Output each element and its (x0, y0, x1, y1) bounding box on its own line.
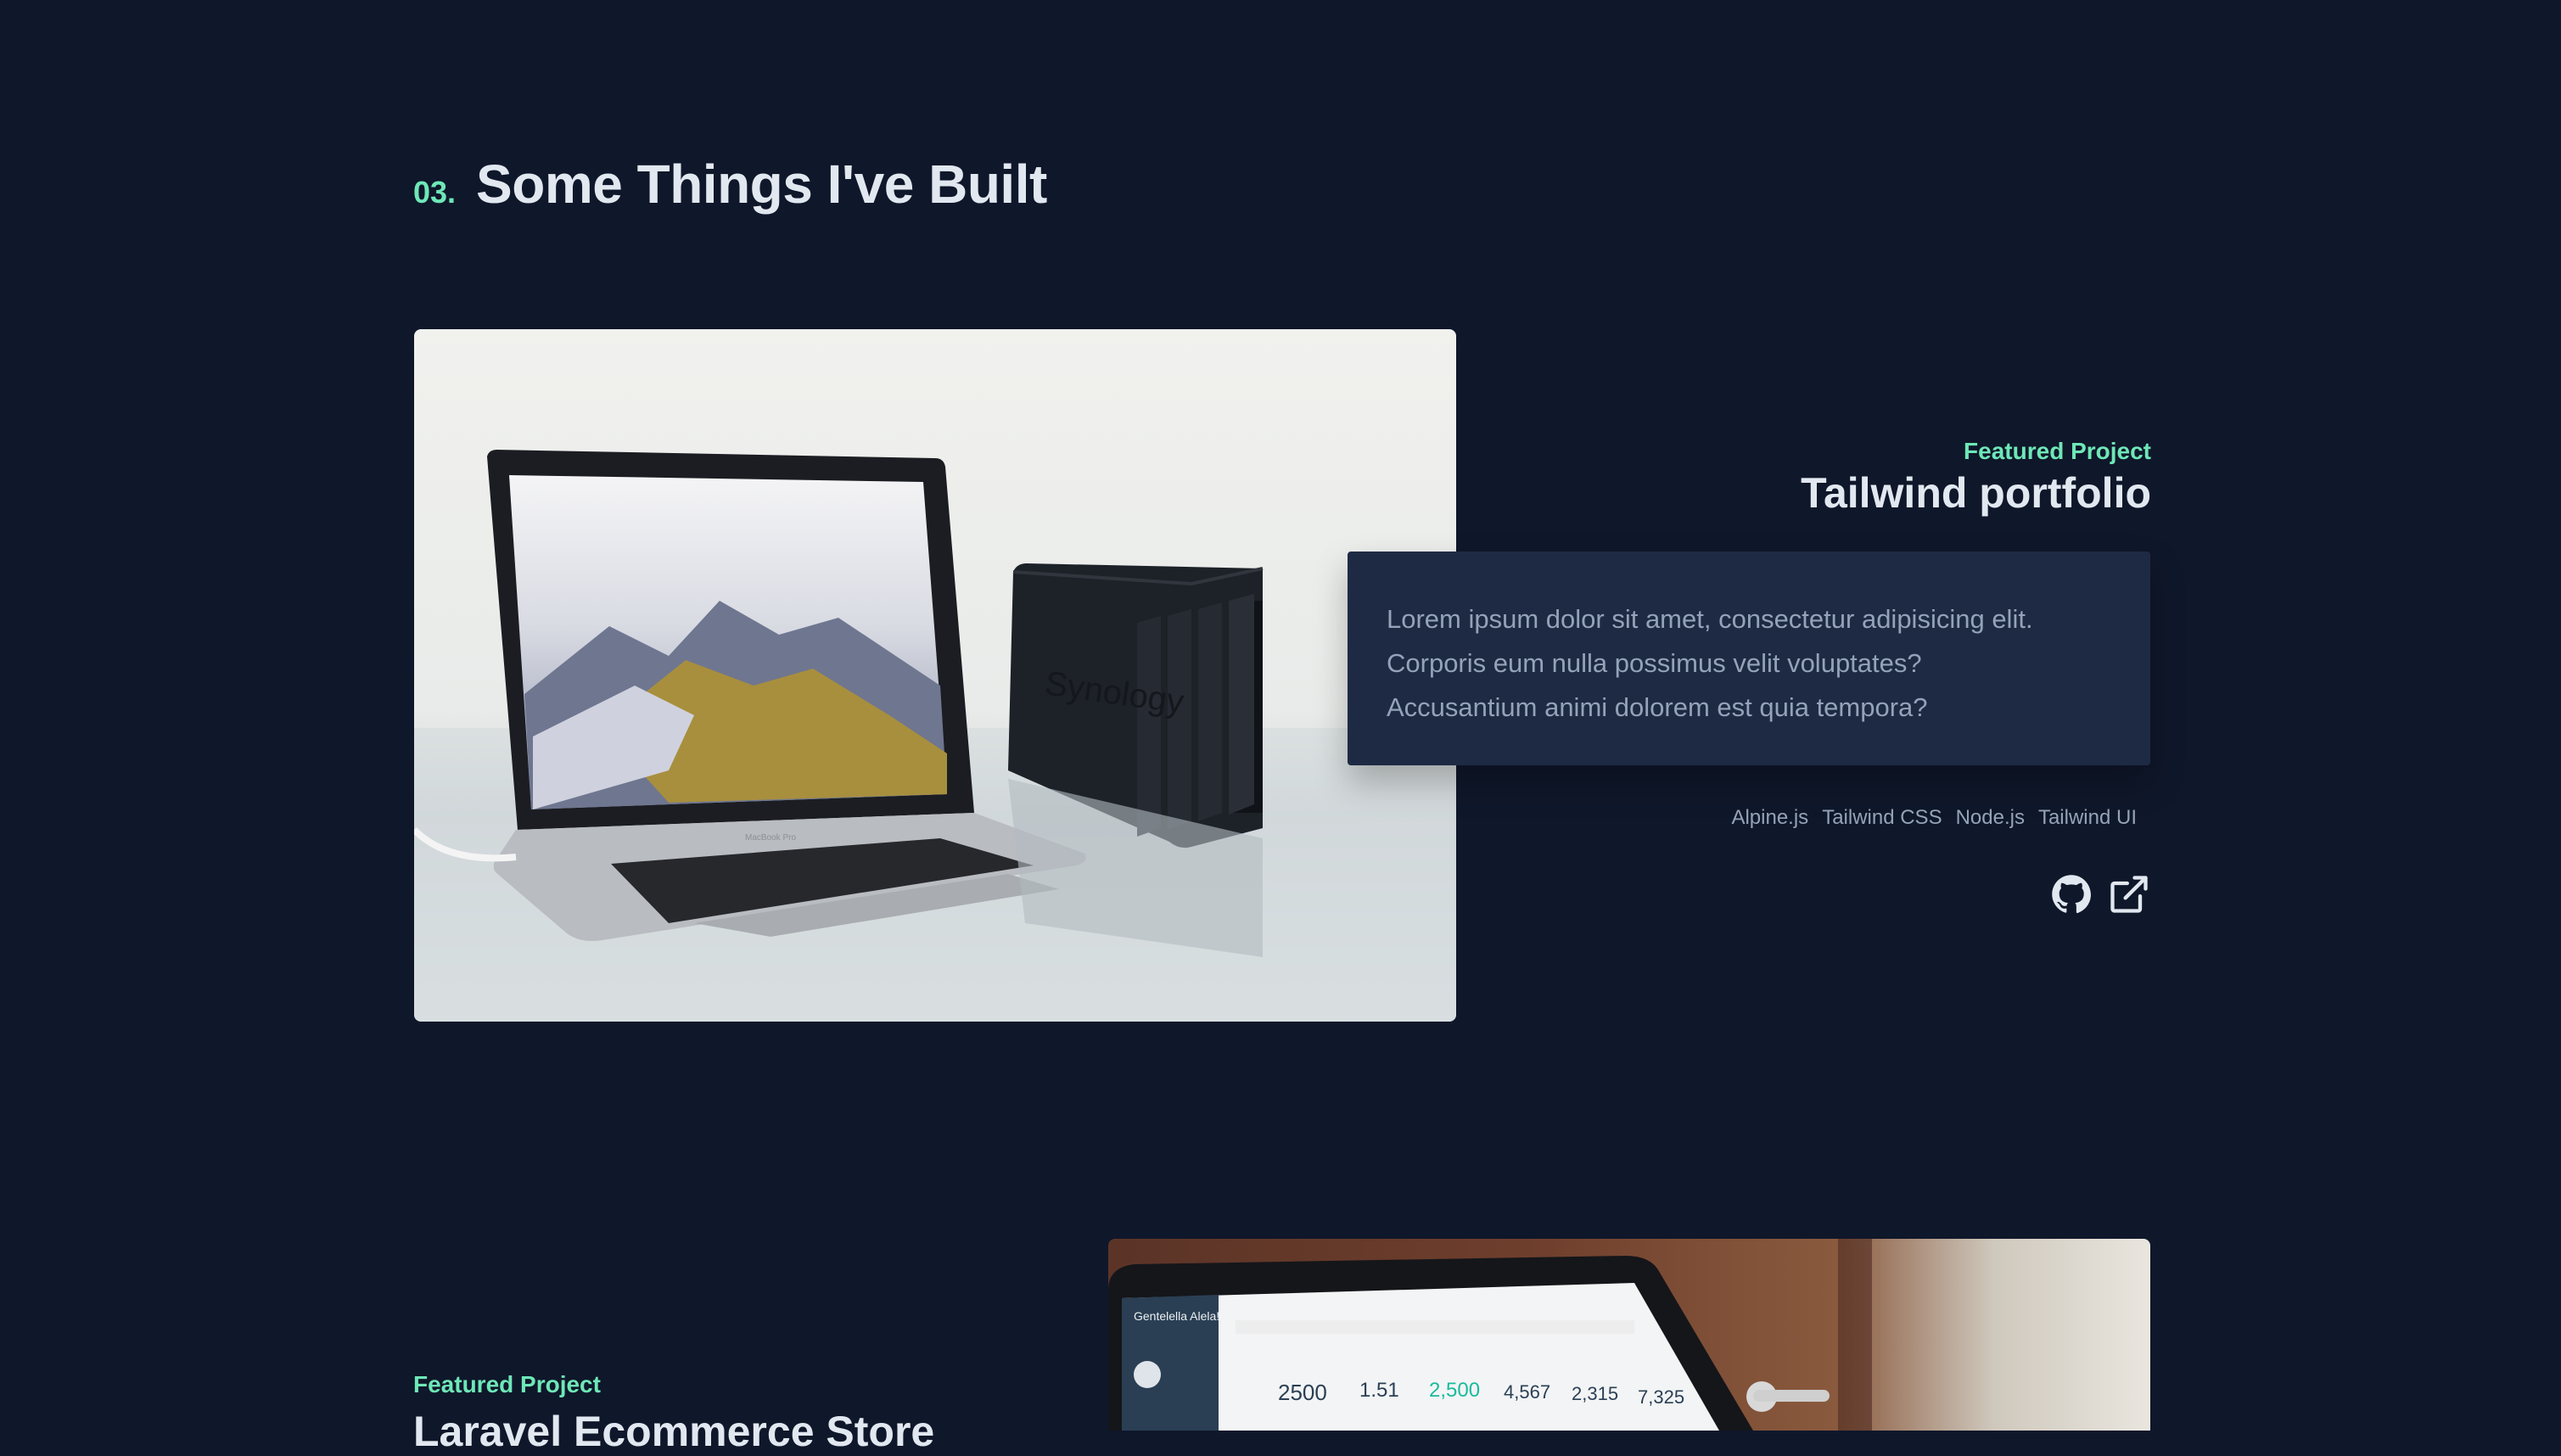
laptop-label: MacBook Pro (745, 833, 796, 843)
external-link-icon[interactable] (2107, 872, 2151, 916)
section-number: 03. (413, 175, 457, 210)
tech-item: Node.js (1955, 806, 2025, 829)
laptop-dashboard-photo: Gentelella Alela! 2500 1.51 2,500 4,567 … (1108, 1239, 1872, 1431)
project-description-line: Accusantium animi dolorem est quia tempo… (1387, 692, 1928, 722)
section-title: Some Things I've Built (476, 154, 1047, 215)
dashboard-stat: 2500 (1278, 1380, 1327, 1405)
project-title[interactable]: Laravel Ecommerce Store (413, 1407, 934, 1456)
dashboard-stat: 7,325 (1638, 1386, 1684, 1408)
section-heading: 03. Some Things I've Built (413, 153, 1047, 216)
project-links (2049, 872, 2151, 916)
project-eyebrow: Featured Project (1964, 438, 2151, 464)
tech-item: Tailwind UI (2037, 806, 2137, 829)
project-title[interactable]: Tailwind portfolio (1801, 468, 2151, 518)
tech-item: Alpine.js (1731, 806, 1809, 829)
dashboard-stat: 4,567 (1504, 1381, 1550, 1403)
project-eyebrow: Featured Project (413, 1371, 601, 1397)
project-image-tailwind-portfolio[interactable]: MacBook Pro Synology (414, 329, 1456, 1022)
dashboard-stat: 1.51 (1359, 1379, 1399, 1402)
dashboard-stat: 2,315 (1572, 1383, 1618, 1404)
dashboard-stat: 2,500 (1429, 1379, 1480, 1402)
dashboard-brand: Gentelella Alela! (1134, 1309, 1219, 1323)
laptop-nas-photo: MacBook Pro Synology (414, 450, 1456, 1022)
project-description-card: Lorem ipsum dolor sit amet, consectetur … (1348, 552, 2150, 765)
project-image-laravel-store[interactable]: Gentelella Alela! 2500 1.51 2,500 4,567 … (1108, 1239, 2150, 1431)
project-tech-list: Alpine.js Tailwind CSS Node.js Tailwind … (1731, 806, 2137, 830)
github-icon[interactable] (2049, 872, 2093, 916)
project-description-line: Corporis eum nulla possimus velit volupt… (1387, 648, 1922, 678)
tech-item: Tailwind CSS (1822, 806, 1942, 829)
project-description-line: Lorem ipsum dolor sit amet, consectetur … (1387, 604, 2033, 634)
